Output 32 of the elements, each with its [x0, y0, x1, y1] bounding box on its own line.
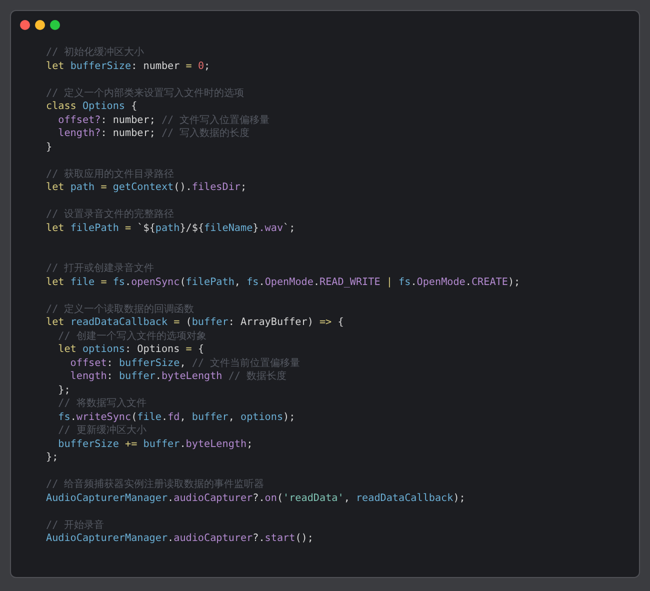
code-line: // 开始录音 — [46, 518, 104, 532]
code-line: offset: bufferSize, // 文件当前位置偏移量 — [69, 356, 300, 370]
code-line: AudioCapturerManager.audioCapturer?.start(); — [46, 532, 314, 546]
code-line: // 定义一个内部类来设置写入文件时的选项 — [46, 86, 244, 100]
code-line: let filePath = `${path}/${fileName}.wav`; — [46, 222, 296, 235]
code-line: // 初始化缓冲区大小 — [46, 46, 144, 60]
code-line: // 打开或创建录音文件 — [46, 262, 154, 276]
code-line: // 创建一个写入文件的选项对象 — [57, 330, 206, 343]
code-line: class Options { — [46, 100, 138, 114]
code-line: // 给音频捕获器实例注册读取数据的事件监听器 — [46, 478, 264, 492]
code-line: } — [46, 140, 52, 154]
code-line: let options: Options = { — [57, 343, 204, 356]
code-line: // 设置录音文件的完整路径 — [46, 208, 174, 222]
code-line: let path = getContext().filesDir; — [46, 181, 247, 194]
code-line: let bufferSize: number = 0; — [46, 60, 210, 73]
window-minimize-icon[interactable] — [35, 20, 45, 30]
code-line: length: buffer.byteLength // 数据长度 — [69, 370, 287, 384]
code-line: // 更新缓冲区大小 — [57, 424, 146, 438]
code-line: }; — [57, 384, 70, 397]
code-line: }; — [46, 451, 58, 464]
window-zoom-icon[interactable] — [50, 20, 60, 30]
code-line: AudioCapturerManager.audioCapturer?.on('readData', readDataCallback); — [46, 492, 466, 505]
code-line: length?: number; // 写入数据的长度 — [57, 127, 250, 140]
code-line: fs.writeSync(file.fd, buffer, options); — [57, 410, 296, 424]
code-line: let readDataCallback = (buffer: ArrayBuffer) => { — [46, 316, 344, 330]
code-line: // 获取应用的文件目录路径 — [46, 168, 174, 181]
code-line: bufferSize += buffer.byteLength; — [57, 438, 253, 451]
window-close-icon[interactable] — [20, 20, 30, 30]
code-line: // 定义一个读取数据的回调函数 — [46, 302, 194, 316]
code-line: let file = fs.openSync(filePath, fs.OpenMode.READ_WRITE | fs.OpenMode.CREATE); — [46, 276, 520, 289]
code-line: offset?: number; // 文件写入位置偏移量 — [57, 114, 270, 127]
code-line: // 将数据写入文件 — [57, 397, 146, 410]
